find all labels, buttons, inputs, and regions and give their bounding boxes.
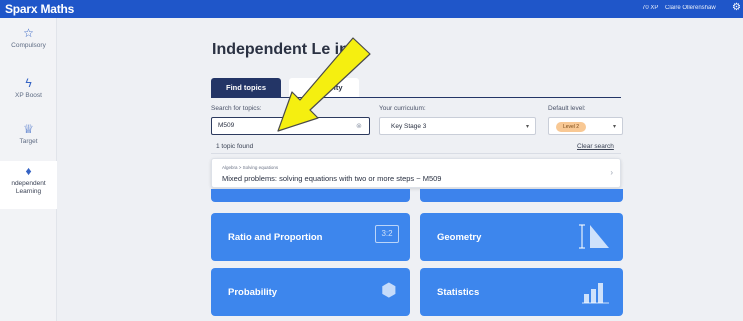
level-select[interactable]: Level 2 ▾ xyxy=(548,117,623,135)
chevron-down-icon: ▾ xyxy=(525,124,529,130)
sidebar: ☆ Compulsory ϟ XP Boost ♕ Target ♦ ndepe… xyxy=(0,18,57,321)
sidebar-item-label: ndependent Learning xyxy=(11,180,46,195)
level-badge: Level 2 xyxy=(556,122,586,132)
search-input[interactable]: M509 xyxy=(211,117,370,135)
lightning-icon: ϟ xyxy=(25,76,32,90)
chevron-right-icon: › xyxy=(610,168,613,177)
sidebar-item-label: XP Boost xyxy=(15,92,42,99)
rocket-icon: ♦ xyxy=(25,164,32,178)
dice-icon: ⬢ xyxy=(381,280,397,300)
triangle-ruler-icon xyxy=(579,224,609,249)
top-bar: Sparx Maths 70 XP Claire Ollerenshaw ⚙ xyxy=(0,0,743,18)
settings-icon[interactable]: ⚙ xyxy=(732,2,741,13)
tab-activity[interactable]: ivity xyxy=(289,78,359,97)
topic-card-ratio[interactable]: Ratio and Proportion 3:2 xyxy=(211,213,410,261)
level-label: Default level: xyxy=(548,105,586,112)
star-icon: ☆ xyxy=(23,26,34,40)
card-title: Probability xyxy=(228,287,278,298)
sidebar-item-label: Compulsory xyxy=(11,42,46,49)
sidebar-item-compulsory[interactable]: ☆ Compulsory xyxy=(0,26,57,60)
results-count: 1 topic found xyxy=(216,143,254,150)
sidebar-item-independent-learning[interactable]: ♦ ndependent Learning xyxy=(0,161,57,209)
page-title: Independent Le ing xyxy=(212,41,359,58)
clear-input-icon[interactable]: ⊗ xyxy=(356,122,362,130)
user-name[interactable]: Claire Ollerenshaw xyxy=(665,5,716,11)
tab-find-topics[interactable]: Find topics xyxy=(211,78,281,97)
curriculum-label: Your curriculum: xyxy=(379,105,426,112)
chevron-down-icon: ▾ xyxy=(612,124,616,130)
crown-icon: ♕ xyxy=(23,122,34,136)
xp-counter: 70 XP xyxy=(642,5,659,11)
topic-card-statistics[interactable]: Statistics xyxy=(420,268,623,316)
card-title: Statistics xyxy=(437,287,480,298)
result-breadcrumb: Algebra > Solving equations xyxy=(222,165,279,170)
sidebar-item-target[interactable]: ♕ Target xyxy=(0,122,57,156)
divider xyxy=(211,153,621,154)
tab-underline xyxy=(211,97,621,98)
sidebar-item-xp-boost[interactable]: ϟ XP Boost xyxy=(0,76,57,110)
search-result-item[interactable]: Algebra > Solving equations Mixed proble… xyxy=(211,158,621,188)
brand-logo[interactable]: Sparx Maths xyxy=(5,2,74,16)
search-input-value: M509 xyxy=(218,122,235,129)
ratio-icon: 3:2 xyxy=(375,225,399,243)
card-title: Geometry xyxy=(437,232,482,243)
hidden-card-right[interactable] xyxy=(420,189,623,202)
topic-card-geometry[interactable]: Geometry xyxy=(420,213,623,261)
topic-card-probability[interactable]: Probability ⬢ xyxy=(211,268,410,316)
bar-chart-icon xyxy=(582,283,609,304)
curriculum-value: Key Stage 3 xyxy=(391,123,427,130)
curriculum-select[interactable]: Key Stage 3 ▾ xyxy=(379,117,536,135)
sidebar-item-label: Target xyxy=(19,138,38,145)
clear-search-link[interactable]: Clear search xyxy=(577,143,614,150)
hidden-card-left[interactable] xyxy=(211,189,410,202)
search-label: Search for topics: xyxy=(211,105,262,112)
card-title: Ratio and Proportion xyxy=(228,232,323,243)
main-content: Independent Le ing Find topics ivity Sea… xyxy=(57,18,743,321)
result-title: Mixed problems: solving equations with t… xyxy=(222,174,442,183)
